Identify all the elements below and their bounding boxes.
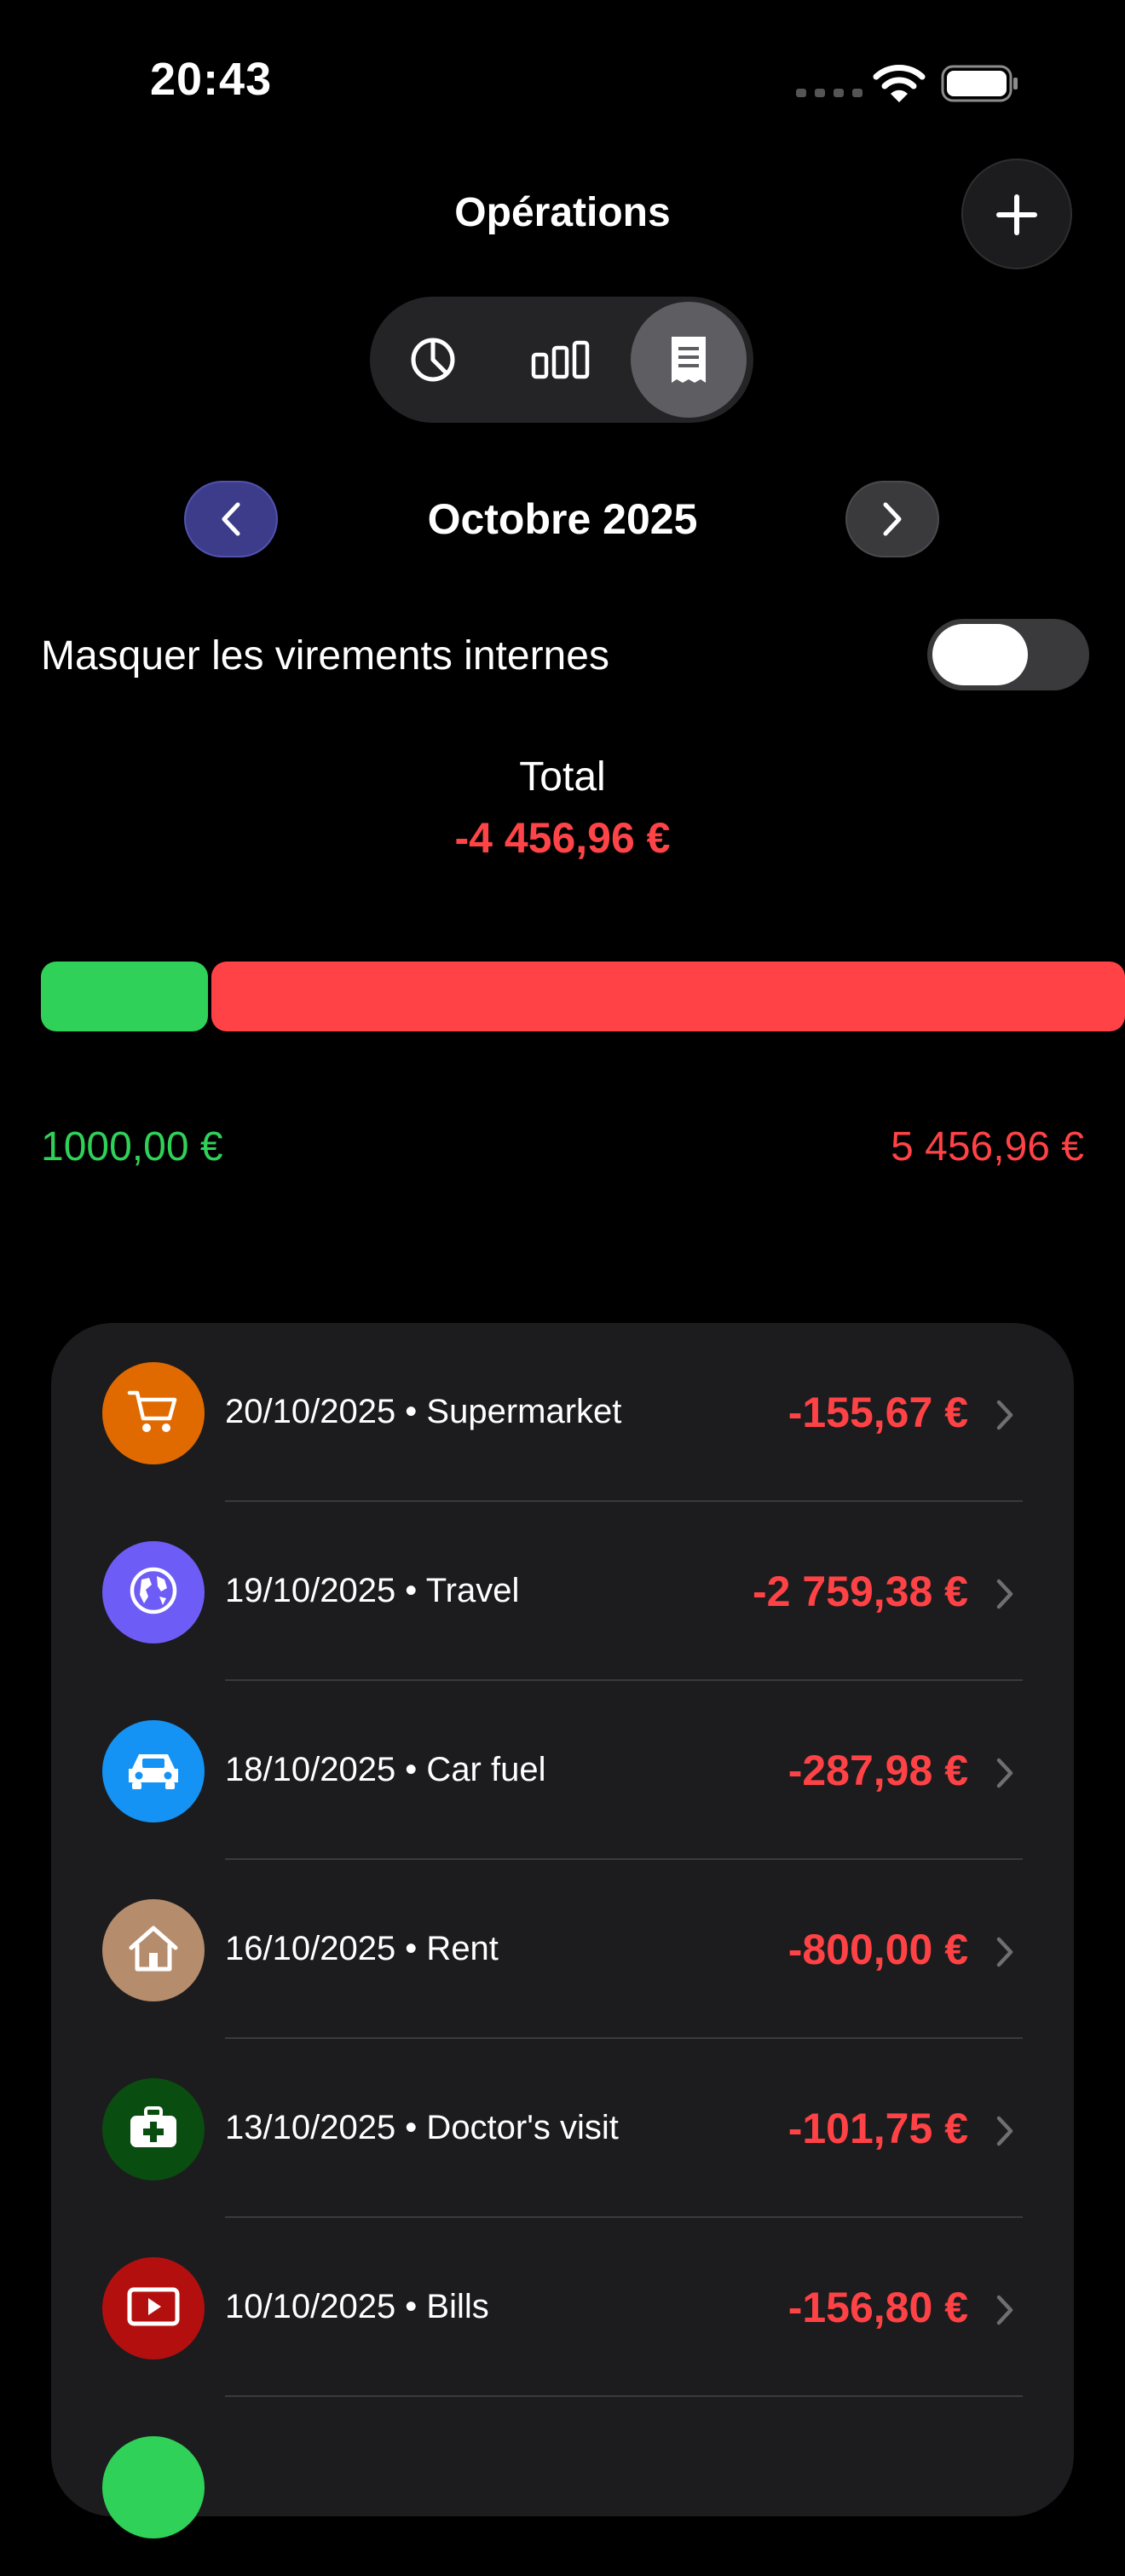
transaction-amount: -2 759,38 € [753, 1568, 968, 1615]
month-label: Octobre 2025 [427, 495, 698, 543]
battery-icon [941, 65, 1019, 102]
category-icon-badge [102, 2436, 205, 2538]
globe-icon [129, 1566, 178, 1620]
transaction-label: 13/10/2025 • Doctor's visit [225, 2109, 619, 2146]
medical-kit-icon [128, 2105, 179, 2154]
play-icon [127, 2287, 180, 2331]
transaction-label: 16/10/2025 • Rent [225, 1930, 499, 1967]
transaction-label: 10/10/2025 • Bills [225, 2288, 489, 2325]
transaction-label: 20/10/2025 • Supermarket [225, 1393, 622, 1430]
chevron-right-icon [992, 1577, 1018, 1611]
car-icon [125, 1748, 182, 1795]
chevron-right-icon [992, 1935, 1018, 1969]
transaction-amount: -800,00 € [788, 1926, 968, 1973]
income-amount: 1000,00 € [41, 1124, 223, 1170]
transaction-row[interactable]: 10/10/2025 • Bills -156,80 € [51, 2218, 1074, 2397]
view-mode-bars-button[interactable] [498, 297, 624, 423]
transaction-amount: -101,75 € [788, 2105, 968, 2152]
transaction-row[interactable]: 18/10/2025 • Car fuel -287,98 € [51, 1681, 1074, 1860]
next-month-button[interactable] [845, 481, 939, 557]
chevron-right-icon [992, 1756, 1018, 1790]
category-icon-badge [102, 2078, 205, 2180]
view-mode-segmented-control[interactable] [370, 297, 753, 423]
expense-amount: 5 456,96 € [891, 1124, 1084, 1170]
transaction-label: 18/10/2025 • Car fuel [225, 1751, 546, 1788]
receipt-icon [672, 337, 706, 383]
hide-internal-transfers-label: Masquer les virements internes [41, 633, 609, 679]
wifi-icon [873, 63, 926, 104]
bar-chart-icon [531, 340, 590, 379]
chevron-right-icon [883, 502, 902, 536]
transaction-row[interactable]: 16/10/2025 • Rent -800,00 € [51, 1860, 1074, 2039]
hide-internal-transfers-toggle[interactable] [927, 619, 1089, 690]
view-mode-list-button[interactable] [631, 302, 747, 418]
page-title: Opérations [454, 190, 671, 235]
category-icon-badge [102, 2257, 205, 2359]
category-icon-badge [102, 1541, 205, 1643]
chevron-right-icon [992, 1398, 1018, 1432]
pie-chart-icon [411, 338, 455, 382]
transaction-row[interactable]: 20/10/2025 • Supermarket -155,67 € [51, 1323, 1074, 1502]
total-value: -4 456,96 € [454, 814, 671, 862]
transaction-label: 19/10/2025 • Travel [225, 1572, 520, 1609]
total-label: Total [519, 754, 606, 800]
chevron-right-icon [992, 2293, 1018, 2327]
transaction-amount: -155,67 € [788, 1389, 968, 1436]
expense-bar [211, 962, 1125, 1031]
transaction-row[interactable]: 19/10/2025 • Travel -2 759,38 € [51, 1502, 1074, 1681]
category-icon-badge [102, 1362, 205, 1464]
house-icon [127, 1924, 180, 1978]
category-icon-badge [102, 1899, 205, 2001]
add-operation-button[interactable] [961, 159, 1072, 269]
toggle-knob [932, 624, 1028, 685]
category-icon-badge [102, 1720, 205, 1822]
cart-icon [127, 1388, 180, 1440]
transaction-row[interactable]: 13/10/2025 • Doctor's visit -101,75 € [51, 2039, 1074, 2218]
transaction-amount: -156,80 € [788, 2284, 968, 2331]
chevron-right-icon [992, 2114, 1018, 2148]
view-mode-pie-button[interactable] [370, 297, 496, 423]
status-time: 20:43 [150, 54, 273, 105]
income-bar [41, 962, 208, 1031]
transactions-list: 20/10/2025 • Supermarket -155,67 € 19/10/2… [51, 1323, 1074, 2538]
cellular-signal-icon [796, 89, 864, 97]
transaction-amount: -287,98 € [788, 1747, 968, 1794]
transaction-row[interactable] [51, 2397, 1074, 2576]
